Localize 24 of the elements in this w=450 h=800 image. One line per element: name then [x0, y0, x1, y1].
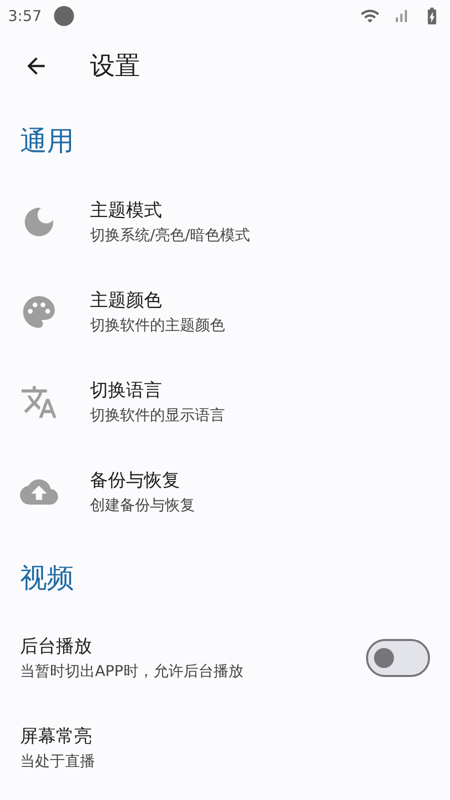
item-title: 主题模式: [90, 198, 163, 222]
item-title: 备份与恢复: [90, 468, 181, 492]
item-title: 切换语言: [90, 378, 163, 402]
settings-item[interactable]: 主题模式 切换系统/亮色/暗色模式: [0, 176, 450, 266]
item-title: 主题颜色: [90, 288, 163, 312]
item-subtitle: 当暂时切出APP时，允许后台播放: [20, 661, 244, 682]
item-subtitle: 当处于直播: [20, 751, 96, 772]
section-header: 视频: [19, 562, 75, 596]
settings-item[interactable]: 后台播放 当暂时切出APP时，允许后台播放: [0, 613, 450, 703]
item-subtitle: 创建备份与恢复: [90, 494, 196, 516]
item-subtitle: 切换系统/亮色/暗色模式: [90, 224, 252, 246]
item-subtitle: 切换软件的主题颜色: [90, 314, 226, 336]
item-title: 屏幕常亮: [20, 725, 93, 749]
settings-item[interactable]: 主题颜色 切换软件的主题颜色: [0, 266, 450, 356]
item-subtitle: 切换软件的显示语言: [90, 404, 226, 426]
notification-icon: [54, 6, 74, 26]
section-header: 通用: [19, 125, 75, 159]
status-time: 3:57: [8, 6, 42, 27]
settings-item[interactable]: 屏幕常亮 当处于直播: [0, 703, 450, 793]
item-title: 后台播放: [20, 635, 93, 659]
page-title: 设置: [90, 50, 140, 82]
toggle-switch[interactable]: [366, 639, 430, 677]
settings-item[interactable]: 切换语言 切换软件的显示语言: [0, 356, 450, 446]
settings-item[interactable]: 备份与恢复 创建备份与恢复: [0, 446, 450, 536]
